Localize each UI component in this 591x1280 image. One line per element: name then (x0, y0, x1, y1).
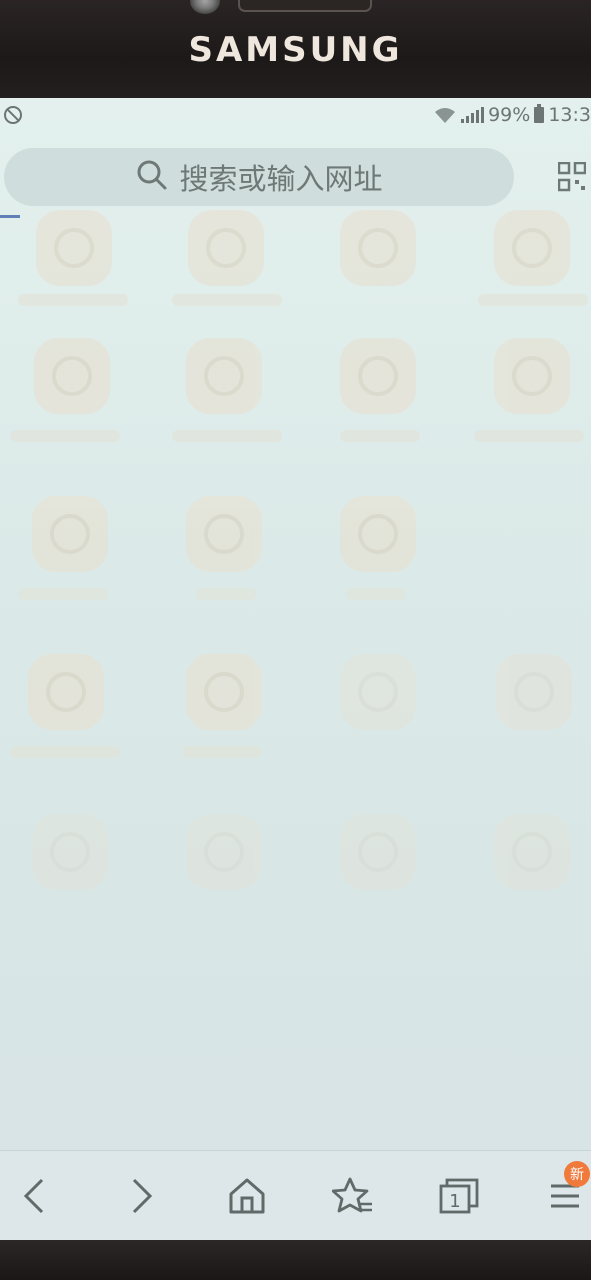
shortcut-tile[interactable] (340, 814, 416, 890)
shortcut-tile[interactable] (32, 496, 108, 572)
shortcut-tile[interactable] (340, 338, 416, 414)
active-tab-indicator (0, 215, 20, 218)
back-icon (23, 1178, 44, 1214)
address-search-bar[interactable]: 搜索或输入网址 (4, 148, 514, 206)
shortcut-tile[interactable] (340, 654, 416, 730)
shortcut-tile[interactable] (494, 338, 570, 414)
shortcut-tile[interactable] (494, 814, 570, 890)
shortcut-label-placeholder (172, 294, 282, 306)
tabs-icon: 1 (439, 1178, 479, 1214)
shortcut-tile[interactable] (28, 654, 104, 730)
shortcut-label-placeholder (18, 588, 108, 600)
shortcut-tile[interactable] (36, 210, 112, 286)
shortcut-label-placeholder (10, 430, 120, 442)
shortcut-label-placeholder (18, 294, 128, 306)
shortcut-tile[interactable] (340, 496, 416, 572)
shortcut-label-placeholder (474, 430, 584, 442)
shortcut-tile[interactable] (188, 210, 264, 286)
wifi-icon (433, 106, 457, 124)
shortcut-tile[interactable] (186, 654, 262, 730)
status-bar: 99% 13:3 (0, 98, 591, 136)
cell-signal-icon (461, 107, 485, 123)
bookmarks-button[interactable] (328, 1171, 378, 1221)
shortcut-tile[interactable] (34, 338, 110, 414)
home-button[interactable] (222, 1171, 272, 1221)
shortcut-tile[interactable] (494, 210, 570, 286)
search-icon (135, 158, 169, 196)
blocked-notification-icon (4, 106, 22, 124)
device-bezel-top: SAMSUNG (0, 0, 591, 98)
shortcut-tile[interactable] (186, 496, 262, 572)
battery-percent: 99% (488, 104, 531, 126)
status-time: 13:3 (548, 104, 591, 126)
shortcut-label-placeholder (10, 746, 120, 758)
forward-icon (132, 1178, 153, 1214)
device-brand-logo: SAMSUNG (188, 30, 403, 70)
browser-bottom-toolbar: 1 新 (0, 1150, 591, 1240)
browser-screen: 99% 13:3 搜索或输入网址 1 新 (0, 98, 591, 1240)
qr-scan-icon[interactable] (557, 161, 587, 192)
battery-icon (534, 104, 545, 123)
shortcut-tile[interactable] (32, 814, 108, 890)
tab-count: 1 (449, 1191, 460, 1212)
bookmark-star-icon (332, 1177, 372, 1213)
shortcut-label-placeholder (196, 588, 256, 600)
shortcut-tile[interactable] (496, 654, 572, 730)
shortcut-label-placeholder (172, 430, 282, 442)
earpiece-speaker (238, 0, 372, 12)
status-right-group: 99% 13:3 (433, 104, 591, 126)
shortcut-label-placeholder (478, 294, 588, 306)
shortcut-label-placeholder (346, 588, 406, 600)
search-placeholder: 搜索或输入网址 (179, 162, 383, 196)
menu-new-badge: 新 (564, 1161, 590, 1187)
shortcut-tile[interactable] (340, 210, 416, 286)
front-camera (190, 0, 220, 14)
home-icon (229, 1178, 265, 1214)
shortcut-label-placeholder (340, 430, 420, 442)
shortcut-tile[interactable] (186, 814, 262, 890)
shortcut-tile[interactable] (186, 338, 262, 414)
shortcut-label-placeholder (182, 746, 262, 758)
tabs-button[interactable]: 1 (434, 1171, 484, 1221)
forward-button[interactable] (116, 1171, 166, 1221)
device-bezel-bottom (0, 1240, 591, 1280)
back-button[interactable] (10, 1171, 60, 1221)
